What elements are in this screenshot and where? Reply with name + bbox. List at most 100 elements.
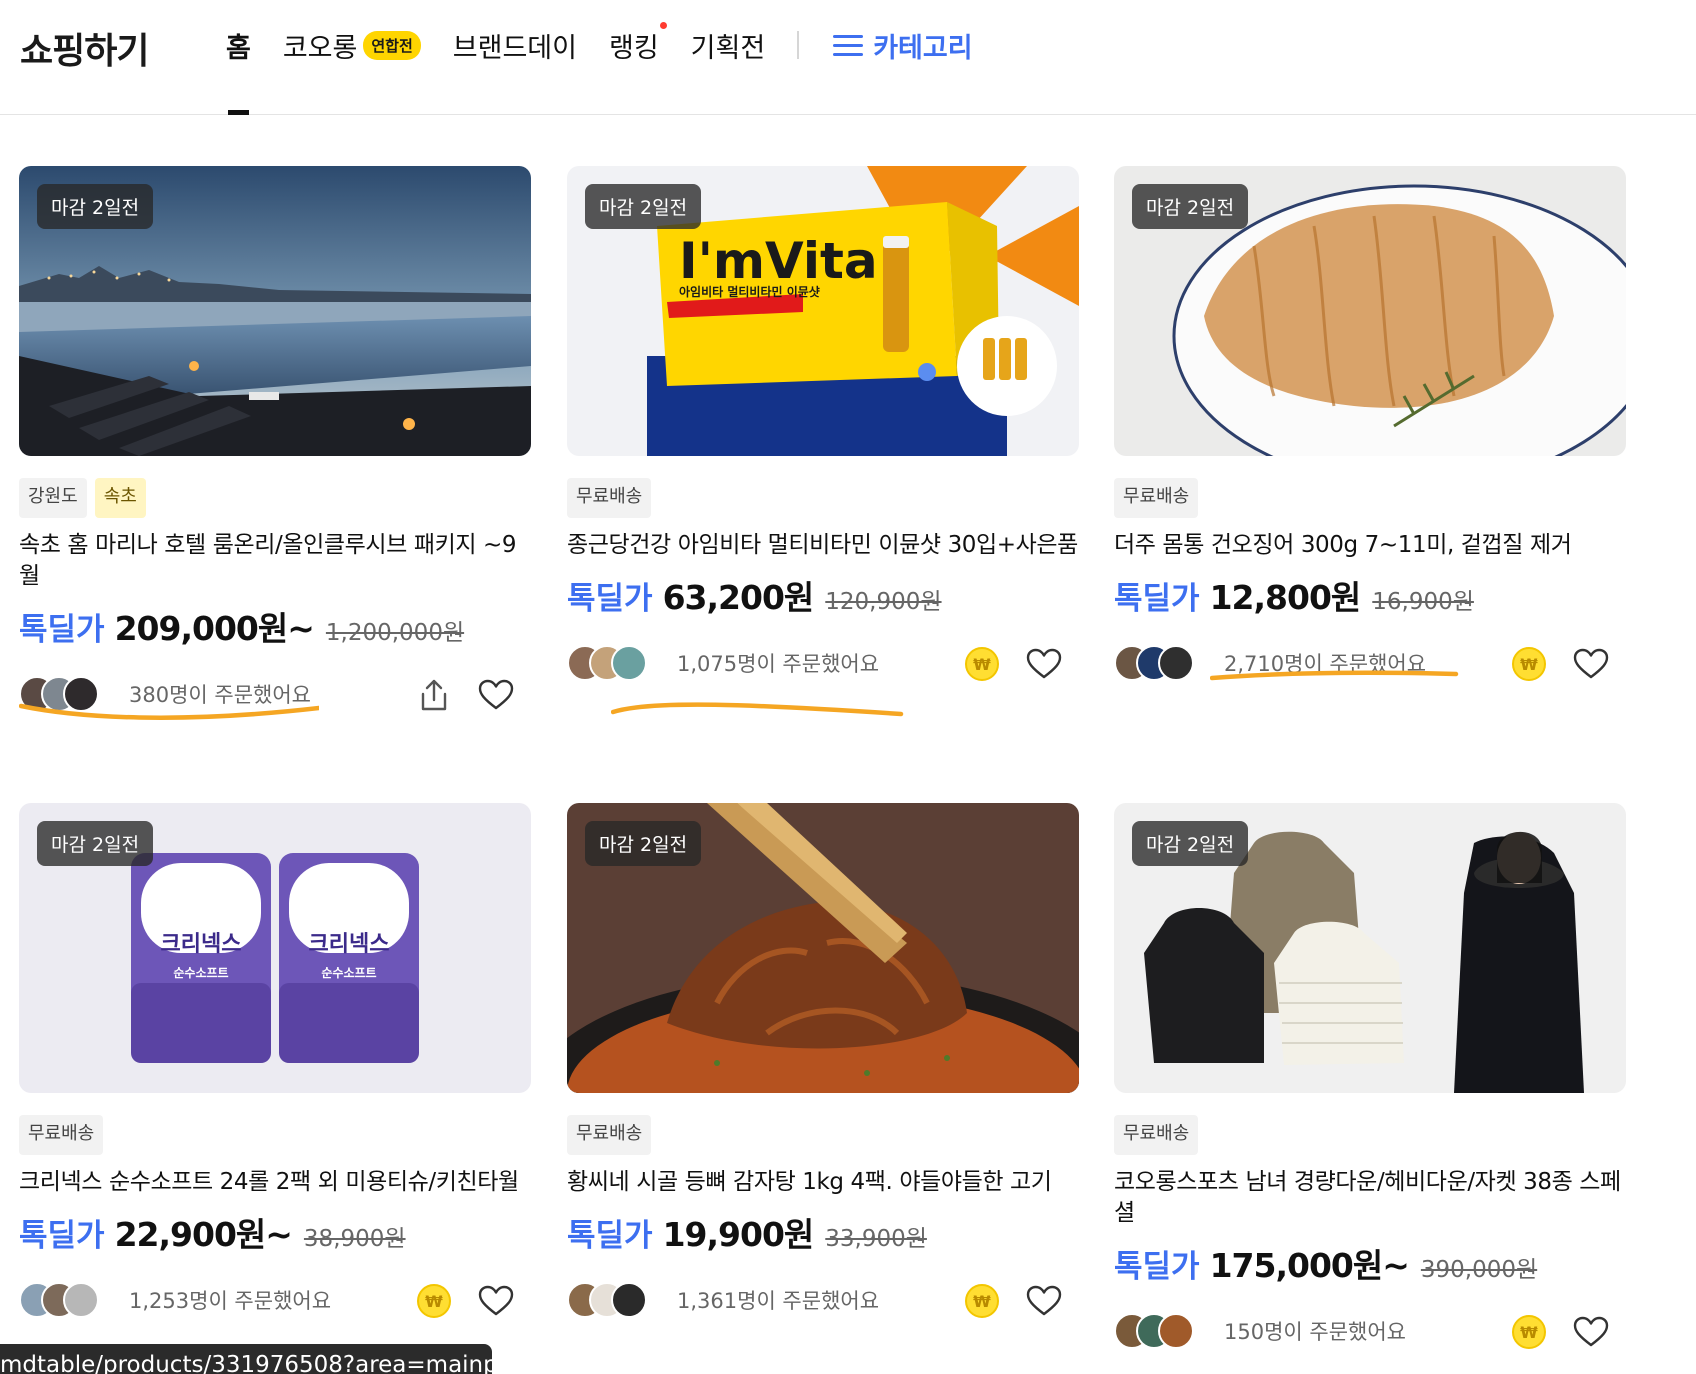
sale-price: 209,000원~	[114, 609, 315, 648]
sale-price: 175,000원~	[1209, 1246, 1410, 1285]
card-footer: 150명이 주문했어요 ₩	[1114, 1309, 1626, 1353]
product-title[interactable]: 황씨네 시골 등뼈 감자탕 1kg 4팩. 야들야들한 고기	[567, 1167, 1079, 1198]
coin-icon[interactable]: ₩	[415, 1282, 453, 1320]
product-title[interactable]: 더주 몸통 건오징어 300g 7~11미, 겉껍질 제거	[1114, 530, 1626, 561]
product-card[interactable]: 마감 2일전 무료배송 황씨네 시골 등뼈 감자탕 1kg 4팩. 야들야들한 …	[567, 803, 1079, 1322]
product-title[interactable]: 속초 홈 마리나 호텔 룸온리/올인클루시브 패키지 ~9월	[19, 530, 531, 592]
heart-icon[interactable]	[477, 676, 515, 714]
product-image[interactable]: I'mVita 아임비타 멀티비타민 이뮨샷 마감 2일전	[567, 166, 1079, 456]
page-title[interactable]: 쇼핑하기	[20, 22, 149, 74]
pack-subtitle-text: 순수소프트	[321, 966, 376, 980]
avatar	[611, 1282, 647, 1318]
buyer-avatars	[1114, 1313, 1202, 1349]
avatar	[1158, 1313, 1194, 1349]
category-label: 카테고리	[873, 32, 973, 64]
heart-icon[interactable]	[477, 1282, 515, 1320]
deadline-badge: 마감 2일전	[1132, 184, 1249, 229]
tab-ranking[interactable]: 랭킹	[609, 21, 667, 65]
original-price: 16,900원	[1372, 589, 1474, 615]
shipping-tag: 무료배송	[1114, 478, 1199, 518]
buyer-avatars	[567, 645, 655, 681]
tag-list: 무료배송	[567, 478, 1079, 518]
nav-divider	[797, 31, 800, 59]
price-row: 톡딜가 19,900원 33,900원	[567, 1208, 1079, 1256]
heart-icon[interactable]	[1025, 645, 1063, 683]
tab-special[interactable]: 기획전	[691, 26, 766, 65]
product-image[interactable]: 마감 2일전	[1114, 166, 1626, 456]
region-tag: 강원도	[19, 478, 87, 518]
product-card[interactable]: 마감 2일전 강원도 속초 속초 홈 마리나 호텔 룸온리/올인클루시브 패키지…	[19, 166, 531, 720]
original-price: 1,200,000원	[325, 620, 465, 646]
coin-symbol: ₩	[965, 647, 999, 681]
avatar	[1158, 645, 1194, 681]
card-footer: 2,710명이 주문했어요 ₩	[1114, 641, 1626, 685]
price-row: 톡딜가 175,000원~ 390,000원	[1114, 1239, 1626, 1287]
tab-kolon-label: 코오롱	[282, 32, 358, 64]
category-button[interactable]: 카테고리	[833, 26, 973, 65]
tab-brand-day[interactable]: 브랜드데이	[453, 26, 577, 65]
highlight-underline	[611, 702, 904, 717]
product-card[interactable]: 마감 2일전 무료배송 더주 몸통 건오징어 300g 7~11미, 겉껍질 제…	[1114, 166, 1626, 685]
avatar	[63, 1282, 99, 1318]
tag-list: 무료배송	[1114, 1115, 1626, 1155]
avatar	[611, 645, 647, 681]
product-image[interactable]: 마감 2일전	[1114, 803, 1626, 1093]
share-icon[interactable]	[415, 676, 453, 714]
tab-special-label: 기획전	[690, 32, 766, 64]
price-row: 톡딜가 209,000원~ 1,200,000원	[19, 602, 531, 650]
order-count: 1,075명이 주문했어요	[677, 652, 880, 676]
product-title[interactable]: 크리넥스 순수소프트 24롤 2팩 외 미용티슈/키친타월	[19, 1167, 531, 1198]
heart-icon[interactable]	[1025, 1282, 1063, 1320]
product-card[interactable]: I'mVita 아임비타 멀티비타민 이뮨샷 마감 2일전 무료배송 종근당건강…	[567, 166, 1079, 717]
coin-icon[interactable]: ₩	[963, 645, 1001, 683]
product-image[interactable]: 크리넥스 순수소프트 크리넥스 순수소프트 마감 2일전	[19, 803, 531, 1093]
tab-home-label: 홈	[226, 32, 251, 64]
deadline-badge: 마감 2일전	[585, 184, 702, 229]
heart-icon[interactable]	[1572, 1313, 1610, 1351]
order-count: 150명이 주문했어요	[1224, 1320, 1406, 1344]
avatar	[63, 676, 99, 712]
original-price: 33,900원	[825, 1226, 927, 1252]
order-count: 2,710명이 주문했어요	[1224, 652, 1427, 676]
deal-label: 톡딜가	[567, 1218, 653, 1254]
coin-icon[interactable]: ₩	[1510, 1313, 1548, 1351]
deadline-badge: 마감 2일전	[37, 184, 154, 229]
box-subtitle-text: 아임비타 멀티비타민 이뮨샷	[679, 284, 820, 299]
deadline-badge: 마감 2일전	[37, 821, 154, 866]
price-row: 톡딜가 63,200원 120,900원	[567, 571, 1079, 619]
product-title[interactable]: 종근당건강 아임비타 멀티비타민 이뮨샷 30입+사은품	[567, 530, 1079, 561]
shipping-tag: 무료배송	[567, 1115, 652, 1155]
product-title[interactable]: 코오롱스포츠 남녀 경량다운/헤비다운/자켓 38종 스페셜	[1114, 1167, 1626, 1229]
tag-list: 무료배송	[567, 1115, 1079, 1155]
coin-icon[interactable]: ₩	[963, 1282, 1001, 1320]
tab-kolon[interactable]: 코오롱 연합전	[283, 26, 421, 65]
deal-label: 톡딜가	[19, 612, 105, 648]
product-card[interactable]: 마감 2일전 무료배송 코오롱스포츠 남녀 경량다운/헤비다운/자켓 38종 스…	[1114, 803, 1626, 1353]
pack-brand-text: 크리넥스	[161, 932, 242, 957]
deal-label: 톡딜가	[567, 581, 653, 617]
tab-kolon-badge: 연합전	[363, 30, 421, 60]
price-row: 톡딜가 22,900원~ 38,900원	[19, 1208, 531, 1256]
product-image[interactable]: 마감 2일전	[19, 166, 531, 456]
top-navigation-bar: 쇼핑하기 홈 코오롱 연합전 브랜드데이 랭킹 기획전 카테고리	[0, 0, 1696, 115]
tab-home[interactable]: 홈	[226, 26, 251, 115]
coin-symbol: ₩	[965, 1284, 999, 1318]
original-price: 120,900원	[825, 589, 942, 615]
coin-icon[interactable]: ₩	[1510, 645, 1548, 683]
buyer-avatars	[567, 1282, 655, 1318]
shipping-tag: 무료배송	[567, 478, 652, 518]
card-footer: 1,075명이 주문했어요 ₩	[567, 641, 1079, 685]
coin-symbol: ₩	[1512, 1315, 1546, 1349]
product-image[interactable]: 마감 2일전	[567, 803, 1079, 1093]
order-count: 1,253명이 주문했어요	[129, 1289, 332, 1313]
product-card[interactable]: 크리넥스 순수소프트 크리넥스 순수소프트 마감 2일전 무료배송 크리넥스 순…	[19, 803, 531, 1322]
tag-list: 강원도 속초	[19, 478, 531, 518]
sale-price: 19,900원	[662, 1215, 815, 1254]
buyer-avatars	[1114, 645, 1202, 681]
main-nav: 홈 코오롱 연합전 브랜드데이 랭킹 기획전 카테고리	[226, 21, 973, 115]
heart-icon[interactable]	[1572, 645, 1610, 683]
sale-price: 12,800원	[1209, 578, 1362, 617]
box-brand-text: I'mVita	[679, 232, 878, 290]
order-count: 380명이 주문했어요	[129, 683, 311, 707]
status-url: mdtable/products/331976508?area=mainp	[0, 1352, 492, 1374]
